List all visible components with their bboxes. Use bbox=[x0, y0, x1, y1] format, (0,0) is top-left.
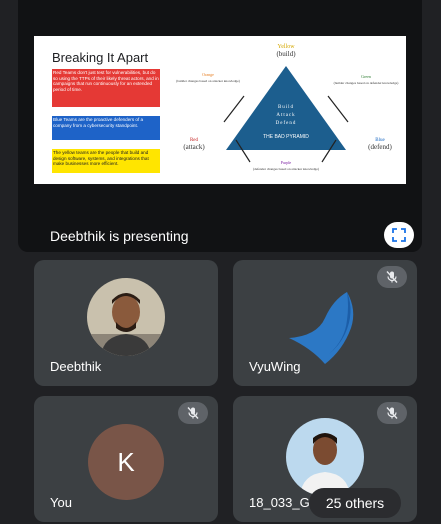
participant-tile-you[interactable]: K You bbox=[34, 396, 218, 522]
participant-name: VyuWing bbox=[249, 359, 301, 374]
participant-tile-vyuwing[interactable]: VyuWing bbox=[233, 260, 417, 386]
yellow-team-text: The yellow teams are the people that bui… bbox=[52, 149, 160, 173]
vyuwing-logo-icon bbox=[289, 292, 354, 364]
label-green-note: (builder changes based on defender knowl… bbox=[334, 81, 399, 85]
label-orange: Orange bbox=[202, 72, 214, 77]
participant-tile-deebthik[interactable]: Deebthik bbox=[34, 260, 218, 386]
participant-name: Deebthik bbox=[50, 359, 102, 374]
presenter-label: Deebthik is presenting bbox=[50, 228, 189, 244]
red-team-text: Red Teams don't just test for vulnerabil… bbox=[52, 69, 160, 107]
fullscreen-icon bbox=[392, 228, 406, 242]
slide-title: Breaking It Apart bbox=[52, 50, 149, 65]
participant-photo-icon bbox=[87, 278, 165, 356]
label-defend: (defend) bbox=[368, 143, 392, 151]
mic-off-icon bbox=[386, 271, 398, 283]
pyramid-line-left bbox=[223, 95, 245, 123]
label-build: (build) bbox=[276, 50, 296, 58]
pyramid-word-defend: Defend bbox=[276, 121, 297, 126]
mic-off-icon bbox=[187, 407, 199, 419]
pyramid-word-attack: Attack bbox=[276, 113, 295, 118]
avatar bbox=[286, 418, 364, 496]
mic-off-icon bbox=[386, 407, 398, 419]
muted-indicator bbox=[377, 266, 407, 288]
participant-name: You bbox=[50, 495, 72, 510]
muted-indicator bbox=[178, 402, 208, 424]
fullscreen-button[interactable] bbox=[384, 222, 414, 248]
label-attack: (attack) bbox=[183, 143, 205, 151]
blue-team-text: Blue Teams are the proactive defenders o… bbox=[52, 116, 160, 140]
label-purple-note: (defender changes based on attacker know… bbox=[253, 167, 319, 171]
bad-pyramid-diagram: Yellow (build) Orange (builder changes b… bbox=[176, 44, 399, 171]
pyramid-word-build: Build bbox=[278, 105, 294, 110]
label-orange-note: (builder changes based on attacker knowl… bbox=[176, 79, 240, 83]
shared-slide: Breaking It Apart Red Teams don't just t… bbox=[34, 36, 406, 184]
label-purple: Purple bbox=[281, 160, 292, 165]
muted-indicator bbox=[377, 402, 407, 424]
presentation-panel[interactable]: Breaking It Apart Red Teams don't just t… bbox=[18, 0, 422, 252]
participant-name: 18_033_G bbox=[249, 495, 310, 510]
participant-photo-icon bbox=[286, 418, 364, 496]
pyramid-caption: THE BAD PYRAMID bbox=[263, 134, 309, 140]
pyramid-line-right bbox=[327, 95, 349, 123]
avatar bbox=[87, 278, 165, 356]
label-green: Green bbox=[361, 74, 371, 79]
others-count-button[interactable]: 25 others bbox=[309, 488, 401, 518]
initial-avatar: K bbox=[88, 424, 164, 500]
